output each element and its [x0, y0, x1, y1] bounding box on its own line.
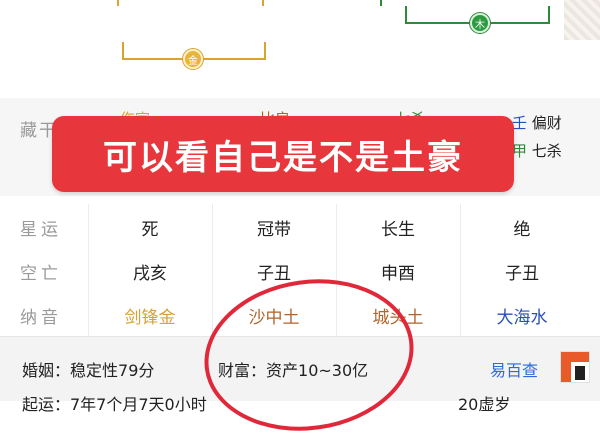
table-cell: 剑锋金 [124, 308, 176, 328]
diagram-stub-left [117, 0, 119, 6]
table-cell: 长生 [381, 220, 415, 240]
diagram-stub-green-left [380, 0, 382, 6]
green-node-label: 木 [475, 19, 485, 31]
banner-text: 可以看自己是不是土豪 [103, 137, 463, 178]
element-diagram: 金 木 [0, 0, 600, 98]
brand-link[interactable]: 易百查 [490, 357, 538, 381]
stem-char: 甲 [512, 142, 528, 160]
hidden-stem-right-bottom: 甲 七杀 [512, 140, 562, 161]
ten-god: 偏财 [531, 114, 562, 132]
marriage-info: 婚姻：稳定性79分 [22, 357, 154, 381]
wood-element-node: 木 [470, 13, 490, 33]
row-label: 空亡 [20, 264, 62, 284]
gold-element-node: 金 [183, 49, 203, 69]
table-cell: 子丑 [505, 264, 539, 284]
row-label: 纳音 [20, 308, 62, 328]
blurred-avatar [564, 0, 600, 40]
table-cell: 申酉 [381, 264, 415, 284]
stem-char: 壬 [512, 114, 528, 132]
row-label: 星运 [20, 220, 62, 240]
table-cell: 冠带 [257, 220, 291, 240]
promo-banner: 可以看自己是不是土豪 [52, 116, 514, 192]
start-luck-info: 起运：7年7个月7天0小时 [22, 395, 207, 414]
table-cell: 戌亥 [133, 264, 167, 284]
brand-logo-icon [560, 351, 590, 383]
ten-god: 七杀 [531, 142, 562, 160]
table-row-xingyun: 星运 死 冠带 长生 绝 [0, 204, 600, 248]
age-info: 20虚岁 [458, 395, 511, 414]
gold-node-label: 金 [188, 55, 198, 67]
marriage-label: 婚姻： [22, 361, 71, 380]
table-cell: 绝 [513, 220, 531, 240]
table-cell: 死 [141, 220, 159, 240]
diagram-stub-mid [262, 0, 264, 6]
hidden-stem-right-top: 壬 偏财 [512, 112, 562, 133]
marriage-value: 稳定性79分 [70, 361, 155, 380]
table-cell: 大海水 [496, 308, 548, 328]
